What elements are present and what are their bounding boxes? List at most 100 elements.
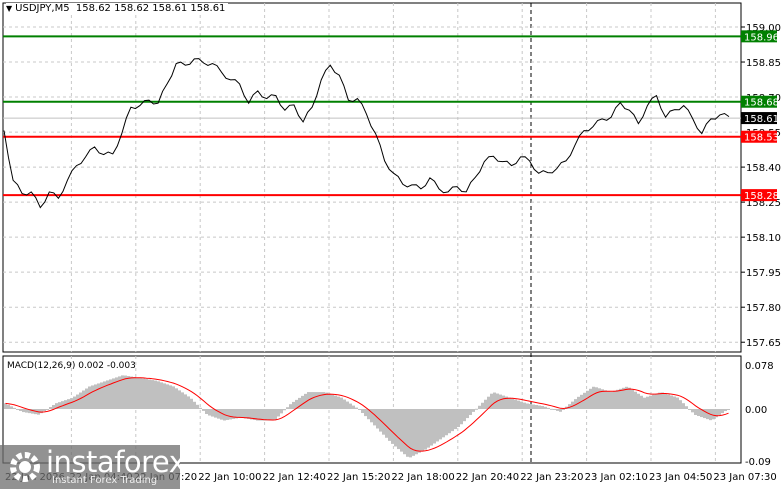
macd-histogram-bar xyxy=(640,395,643,409)
macd-histogram-bar xyxy=(82,390,85,409)
macd-histogram-bar xyxy=(436,409,439,442)
macd-histogram-bar xyxy=(457,409,460,428)
macd-histogram-bar xyxy=(589,388,592,409)
macd-histogram-bar xyxy=(130,376,133,409)
macd-histogram-bar xyxy=(46,409,49,410)
macd-histogram-bar xyxy=(628,387,631,409)
macd-histogram-bar xyxy=(517,400,520,409)
macd-histogram-bar xyxy=(409,409,412,458)
macd-histogram-bar xyxy=(667,394,670,409)
dropdown-triangle-icon[interactable]: ▼ xyxy=(6,4,12,13)
time-tick-label: 22 Jan 18:00 xyxy=(391,472,454,483)
macd-histogram-bar xyxy=(280,409,283,414)
macd-histogram-bar xyxy=(478,405,481,409)
macd-histogram-bar xyxy=(328,393,331,409)
macd-histogram-bar xyxy=(352,405,355,409)
macd-histogram-bar xyxy=(502,395,505,409)
macd-histogram-bar xyxy=(403,409,406,455)
price-tick-label: 157.80 xyxy=(746,303,781,314)
macd-histogram-bar xyxy=(427,409,430,448)
macd-histogram-bar xyxy=(547,407,550,409)
macd-histogram-bar xyxy=(532,404,535,409)
macd-histogram-bar xyxy=(241,409,244,418)
macd-histogram-bar xyxy=(562,409,565,410)
macd-histogram-bar xyxy=(637,393,640,409)
macd-histogram-bar xyxy=(697,409,700,417)
macd-histogram-bar xyxy=(454,409,457,430)
macd-histogram-bar xyxy=(391,409,394,444)
macd-histogram-bar xyxy=(652,394,655,409)
price-tick-label: 158.40 xyxy=(746,163,781,174)
macd-histogram-bar xyxy=(721,409,724,414)
macd-histogram-bar xyxy=(529,403,532,409)
macd-histogram-bar xyxy=(553,409,556,410)
macd-histogram-bar xyxy=(187,396,190,409)
macd-histogram-bar xyxy=(31,409,34,414)
macd-histogram-bar xyxy=(196,404,199,409)
macd-histogram-bar xyxy=(397,409,400,450)
macd-histogram-bar xyxy=(685,406,688,409)
macd-histogram-bar xyxy=(556,409,559,411)
macd-histogram-bar xyxy=(679,400,682,409)
macd-histogram-bar xyxy=(664,393,667,409)
macd-histogram-bar xyxy=(229,409,232,420)
macd-histogram-bar xyxy=(493,392,496,409)
macd-histogram-bar xyxy=(616,389,619,409)
macd-histogram-bar xyxy=(349,403,352,409)
time-tick-label: 22 Jan 15:20 xyxy=(327,472,390,483)
watermark-brand: instaforex xyxy=(46,445,186,479)
macd-histogram-bar xyxy=(133,377,136,409)
macd-histogram-bar xyxy=(160,382,163,409)
macd-histogram-bar xyxy=(220,409,223,420)
macd-histogram-bar xyxy=(337,396,340,409)
macd-histogram-bar xyxy=(145,379,148,409)
instaforex-watermark: instaforex Instant Forex Trading xyxy=(0,445,186,489)
macd-histogram-bar xyxy=(448,409,451,434)
macd-histogram-bar xyxy=(682,403,685,409)
macd-histogram-bar xyxy=(634,391,637,409)
macd-histogram-bar xyxy=(643,397,646,409)
macd-histogram-bar xyxy=(706,409,709,420)
macd-histogram-bar xyxy=(373,409,376,426)
macd-histogram-bar xyxy=(460,409,463,425)
macd-histogram-bar xyxy=(208,409,211,416)
macd-histogram-bar xyxy=(43,409,46,412)
macd-histogram-bar xyxy=(415,409,418,455)
macd-histogram-bar xyxy=(724,409,727,412)
macd-histogram-bar xyxy=(622,387,625,409)
macd-histogram-bar xyxy=(19,409,22,411)
macd-histogram-bar xyxy=(550,408,553,410)
support-level-label: 158.53 xyxy=(744,133,779,144)
macd-histogram-bar xyxy=(364,409,367,417)
macd-histogram-bar xyxy=(676,397,679,409)
macd-histogram-bar xyxy=(670,395,673,409)
macd-histogram-bar xyxy=(424,409,427,450)
gear-logo-icon xyxy=(10,452,40,482)
macd-histogram-bar xyxy=(199,407,202,409)
macd-histogram-bar xyxy=(346,401,349,409)
macd-histogram-bar xyxy=(274,409,277,420)
macd-histogram-bar xyxy=(499,394,502,409)
macd-histogram-bar xyxy=(175,388,178,409)
chart-canvas[interactable]: 22 Jan 202622 Jan 04:4022 Jan 07:2022 Ja… xyxy=(0,0,781,489)
macd-histogram-bar xyxy=(325,392,328,409)
macd-histogram-bar xyxy=(292,401,295,409)
macd-histogram-bar xyxy=(124,375,127,409)
macd-tick-label: -0.09 xyxy=(745,457,771,468)
macd-histogram-bar xyxy=(520,401,523,409)
macd-histogram-bar xyxy=(91,385,94,409)
macd-histogram-bar xyxy=(607,391,610,409)
resistance-level-label: 158.96 xyxy=(744,32,779,43)
macd-histogram-bar xyxy=(610,391,613,409)
time-tick-label: 22 Jan 23:20 xyxy=(520,472,583,483)
macd-histogram-bar xyxy=(442,409,445,438)
macd-histogram-bar xyxy=(361,409,364,414)
time-tick-label: 22 Jan 12:40 xyxy=(263,472,326,483)
time-tick-label: 22 Jan 20:40 xyxy=(456,472,519,483)
macd-histogram-bar xyxy=(7,404,10,409)
macd-histogram-bar xyxy=(463,409,466,422)
macd-histogram-bar xyxy=(469,409,472,415)
macd-histogram-bar xyxy=(79,392,82,409)
macd-histogram-bar xyxy=(238,409,241,418)
macd-histogram-bar xyxy=(277,409,280,417)
